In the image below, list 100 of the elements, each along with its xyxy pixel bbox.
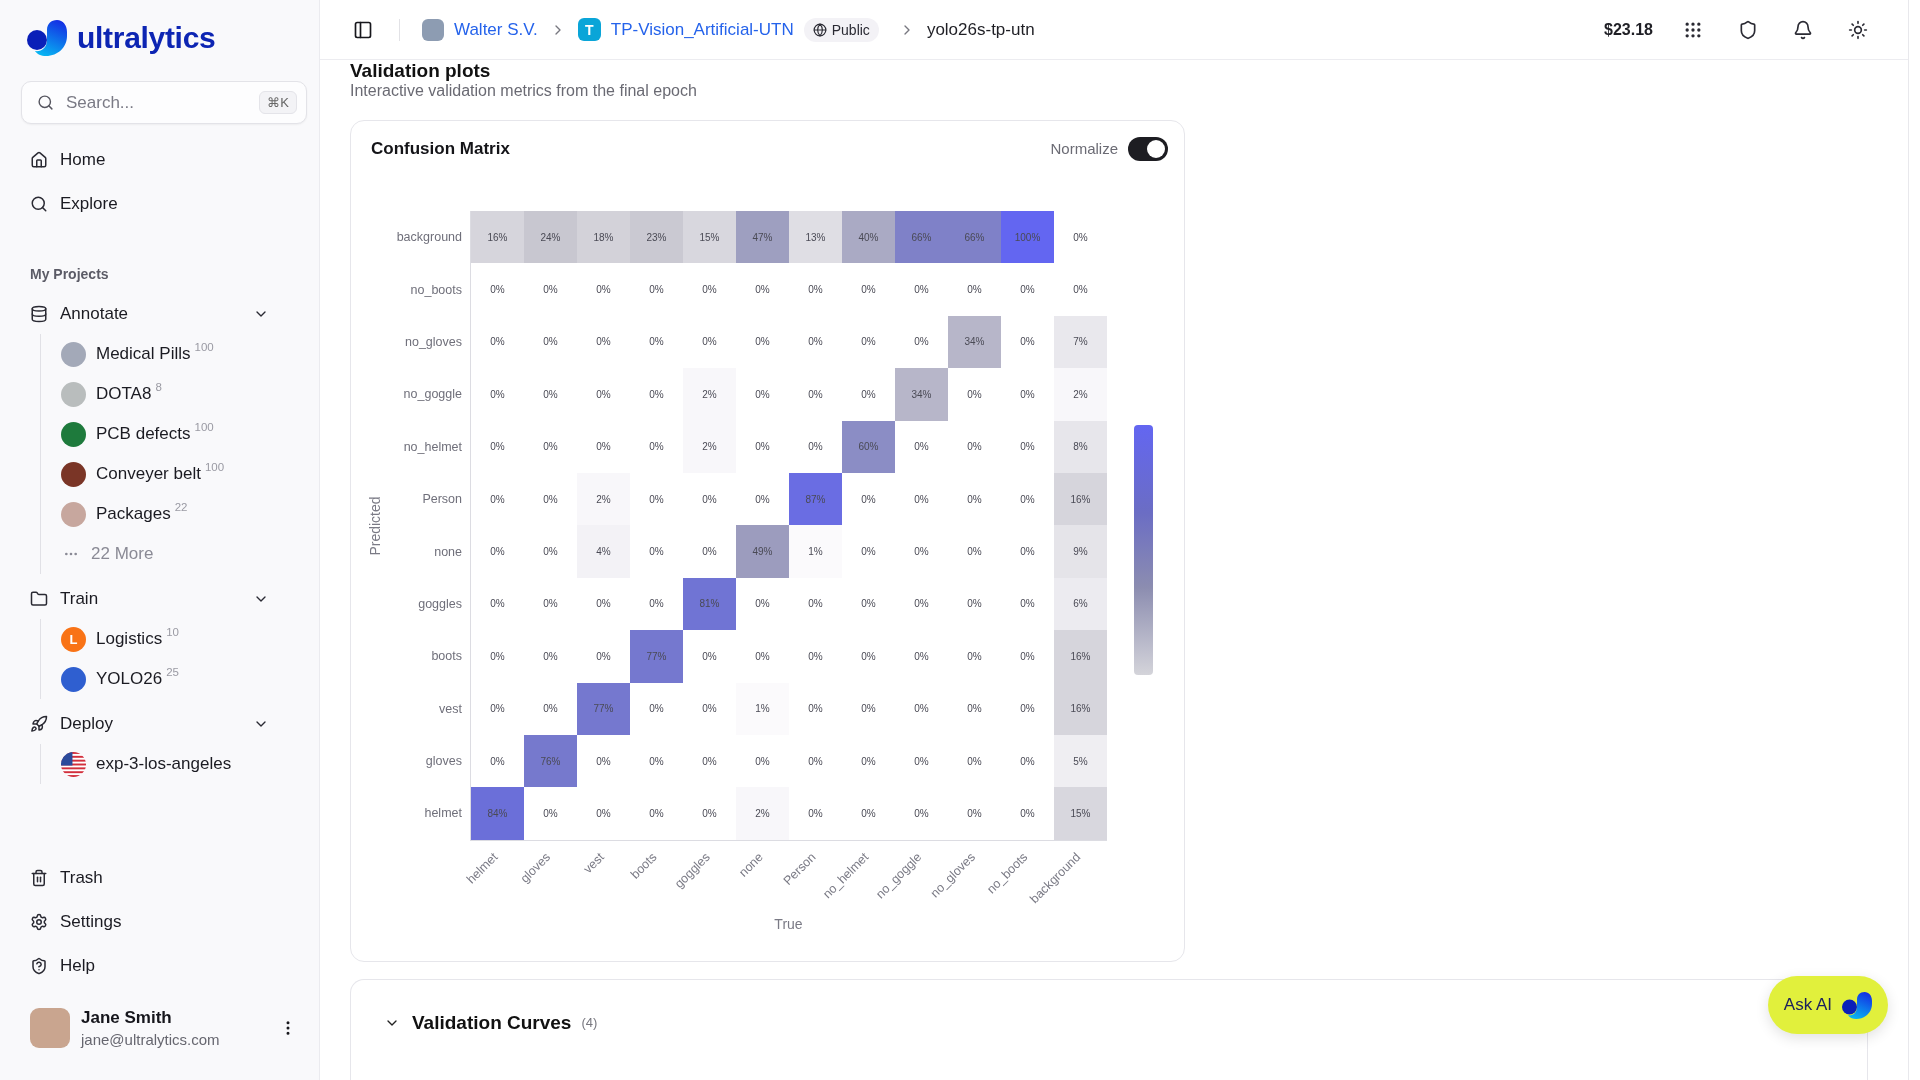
matrix-cell-text: 0% xyxy=(701,545,718,560)
matrix-cell-text: 0% xyxy=(860,597,877,612)
matrix-cell-text: 0% xyxy=(913,702,930,717)
folder-icon xyxy=(30,590,48,608)
axis-title: Predicted xyxy=(367,496,383,556)
breadcrumb-link[interactable]: Walter S.V. xyxy=(454,19,538,40)
help-icon xyxy=(30,957,48,975)
matrix-cell-text: 0% xyxy=(595,283,612,298)
matrix-cell-text: 0% xyxy=(542,702,559,717)
matrix-cell: 40% xyxy=(842,211,895,264)
row-label: goggles xyxy=(417,595,463,613)
sidebar-nav-item[interactable]: Help xyxy=(16,944,309,988)
matrix-cell-text: 0% xyxy=(489,649,506,664)
visibility-button[interactable]: Public xyxy=(803,17,879,42)
project-link[interactable]: Medical Pills 100 xyxy=(61,334,309,374)
globe-icon xyxy=(812,22,827,37)
sidebar-nav-item[interactable]: Trash xyxy=(16,856,309,900)
row-label: no_helmet xyxy=(402,438,463,456)
logo-icon xyxy=(27,20,67,56)
matrix-cell-text: 0% xyxy=(595,754,612,769)
matrix-cell-text: 0% xyxy=(754,283,771,298)
matrix-cell: 16% xyxy=(471,211,524,264)
sun-icon[interactable] xyxy=(1848,19,1868,40)
matrix-cell: 2% xyxy=(683,368,736,421)
logo-icon xyxy=(1842,991,1872,1019)
search-icon xyxy=(30,195,48,213)
matrix-cell: 77% xyxy=(630,630,683,683)
matrix-cell: 49% xyxy=(736,525,789,578)
matrix-cell-text: 0% xyxy=(966,492,983,507)
breadcrumb-link[interactable]: TP-Vision_Artificial-UTN xyxy=(610,19,794,40)
matrix-cell-text: 0% xyxy=(966,649,983,664)
matrix-cell: 2% xyxy=(736,787,789,840)
sidebar-nav-item[interactable]: Settings xyxy=(16,900,309,944)
matrix-cell: 84% xyxy=(471,787,524,840)
item-count: 100 xyxy=(204,461,225,473)
matrix-cell-text: 0% xyxy=(1019,335,1036,350)
matrix-cell-text: 0% xyxy=(754,492,771,507)
matrix-cell: 5% xyxy=(1054,734,1107,788)
matrix-cell-text: 0% xyxy=(754,387,771,402)
matrix-cell: 81% xyxy=(683,577,736,631)
project-link[interactable]: DOTA8 8 xyxy=(61,374,309,414)
row-label: Person xyxy=(421,491,463,509)
matrix-cell: 7% xyxy=(1054,315,1107,369)
sidebar-group-toggle[interactable]: Train xyxy=(16,579,309,619)
matrix-cell-text: 0% xyxy=(542,545,559,560)
matrix-cell-text: 0% xyxy=(860,702,877,717)
brand-name: ultralytics xyxy=(77,23,216,53)
notifications-icon[interactable] xyxy=(1793,19,1813,40)
normalize-toggle[interactable] xyxy=(1128,136,1168,161)
matrix-cell-text: 0% xyxy=(860,335,877,350)
trash-icon xyxy=(30,869,48,887)
flag-icon xyxy=(61,751,86,777)
project-link[interactable]: YOLO26 25 xyxy=(61,659,309,699)
sidebar-nav-item[interactable]: Explore xyxy=(16,182,309,226)
matrix-cell-text: 0% xyxy=(807,597,824,612)
matrix-cell: 9% xyxy=(1054,525,1107,578)
matrix-cell-text: 0% xyxy=(648,702,665,717)
matrix-cell-text: 0% xyxy=(489,702,506,717)
matrix-cell-text: 0% xyxy=(542,807,559,821)
matrix-cell-text: 0% xyxy=(1019,440,1036,455)
matrix-cell: 100% xyxy=(1001,211,1054,264)
shield-icon[interactable] xyxy=(1738,19,1758,40)
matrix-cell-text: 0% xyxy=(542,335,559,350)
matrix-cell: 23% xyxy=(630,211,683,264)
project-link[interactable]: Conveyer belt 100 xyxy=(61,454,309,494)
project-link[interactable]: L Logistics 10 xyxy=(61,619,309,659)
matrix-cell-text: 0% xyxy=(489,492,506,507)
matrix-cell-text: 0% xyxy=(648,440,665,455)
matrix-cell-text: 0% xyxy=(648,387,665,402)
matrix-cell-text: 0% xyxy=(489,754,506,769)
matrix-cell: 34% xyxy=(895,368,948,421)
matrix-cell-text: 0% xyxy=(489,597,506,612)
ask-ai-button[interactable]: Ask AI xyxy=(1767,976,1888,1034)
project-link[interactable]: Packages 22 xyxy=(61,494,309,534)
matrix-cell-text: 0% xyxy=(701,649,718,664)
matrix-cell-text: 0% xyxy=(595,387,612,402)
sidebar-group-toggle[interactable]: Deploy xyxy=(16,704,309,744)
matrix-cell-text: 0% xyxy=(913,440,930,455)
matrix-cell-text: 0% xyxy=(1019,492,1036,507)
matrix-cell-text: 0% xyxy=(754,440,771,455)
matrix-cell-text: 0% xyxy=(1072,230,1089,245)
matrix-cell-text: 0% xyxy=(489,440,506,455)
matrix-cell-text: 0% xyxy=(542,597,559,612)
project-link[interactable]: PCB defects 100 xyxy=(61,414,309,454)
matrix-cell: 24% xyxy=(524,211,577,264)
sidebar-nav-item[interactable]: Home xyxy=(16,138,309,182)
matrix-cell: 8% xyxy=(1054,420,1107,473)
row-label: helmet xyxy=(423,805,463,823)
matrix-cell: 76% xyxy=(524,734,577,788)
matrix-cell: 18% xyxy=(577,211,630,264)
sidebar-toggle-icon[interactable] xyxy=(353,19,373,40)
matrix-cell-text: 0% xyxy=(807,440,824,455)
matrix-cell-text: 0% xyxy=(1019,545,1036,560)
sidebar-group-toggle[interactable]: Annotate xyxy=(16,294,309,334)
matrix-cell-text: 0% xyxy=(754,754,771,769)
project-link[interactable]: exp-3-los-angeles xyxy=(61,744,309,784)
panel-title: Validation Curves xyxy=(412,1011,572,1034)
matrix-cell-text: 0% xyxy=(807,387,824,402)
matrix-cell-text: 0% xyxy=(807,335,824,350)
matrix-cell-text: 0% xyxy=(701,702,718,717)
